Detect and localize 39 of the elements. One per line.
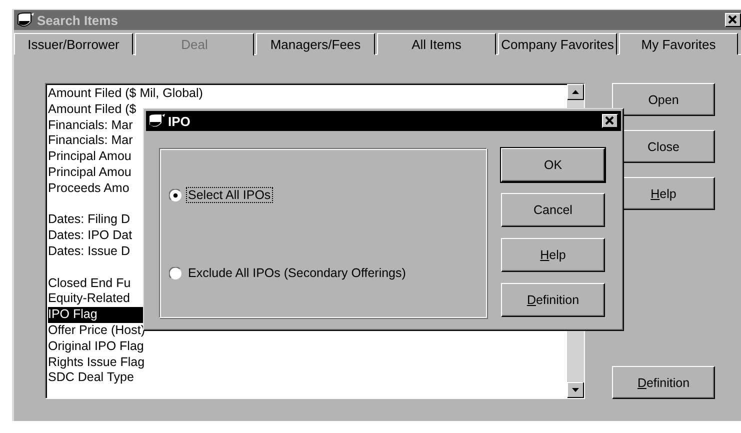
list-item[interactable]: Rights Issue Flag — [48, 354, 147, 370]
close-icon[interactable] — [725, 13, 741, 27]
option-label[interactable]: Exclude All IPOs (Secondary Offerings) — [186, 265, 408, 281]
definition-button[interactable]: Definition — [612, 366, 715, 399]
list-item[interactable]: IPO Flag — [48, 307, 146, 323]
list-item[interactable]: Dates: Filing D — [48, 212, 132, 228]
radio-button[interactable] — [169, 266, 182, 280]
tab[interactable]: My Favorites — [619, 33, 738, 55]
list-item[interactable]: Principal Amou — [48, 164, 134, 181]
tab[interactable]: All Items — [377, 33, 496, 55]
tab[interactable]: Company Favorites — [498, 33, 617, 55]
list-item[interactable]: Offer Price (Host) — [48, 322, 148, 339]
list-item[interactable]: Amount Filed ($ Mil, Global) — [48, 86, 205, 102]
list-item[interactable]: Amount Filed ($ — [48, 102, 138, 118]
dialog-button[interactable]: Cancel — [501, 193, 605, 227]
radio-button[interactable] — [169, 188, 182, 202]
list-item[interactable]: Principal Amou — [48, 149, 134, 165]
scroll-up-icon[interactable] — [567, 84, 584, 100]
list-item[interactable]: Dates: Issue D — [48, 244, 132, 260]
dialog-button[interactable]: OK — [501, 148, 605, 182]
list-item[interactable]: Proceeds Amo — [48, 180, 132, 197]
list-item[interactable]: Original IPO Flag — [48, 338, 146, 355]
dialog-button[interactable]: Help — [501, 238, 605, 272]
dialog-title: IPO — [168, 114, 192, 128]
command-button[interactable]: Open — [612, 83, 715, 116]
list-item[interactable]: Financials: Mar — [48, 133, 135, 150]
list-item[interactable]: SDC Deal Type — [48, 370, 136, 386]
window-title: Search Items — [37, 12, 119, 28]
scroll-down-icon[interactable] — [567, 382, 584, 398]
list-item[interactable]: Closed End Fu — [48, 276, 133, 292]
list-item[interactable]: Financials: Mar — [48, 118, 135, 134]
dialog-button[interactable]: Definition — [501, 283, 605, 317]
list-item[interactable]: Dates: IPO Dat — [48, 228, 134, 244]
tab[interactable]: Managers/Fees — [256, 33, 375, 55]
close-icon[interactable] — [602, 114, 618, 128]
option-label[interactable]: Select All IPOs — [186, 187, 273, 203]
tab[interactable]: Issuer/Borrower — [14, 33, 133, 55]
list-item[interactable]: Equity-Related — [48, 291, 132, 308]
app-icon — [17, 12, 35, 28]
